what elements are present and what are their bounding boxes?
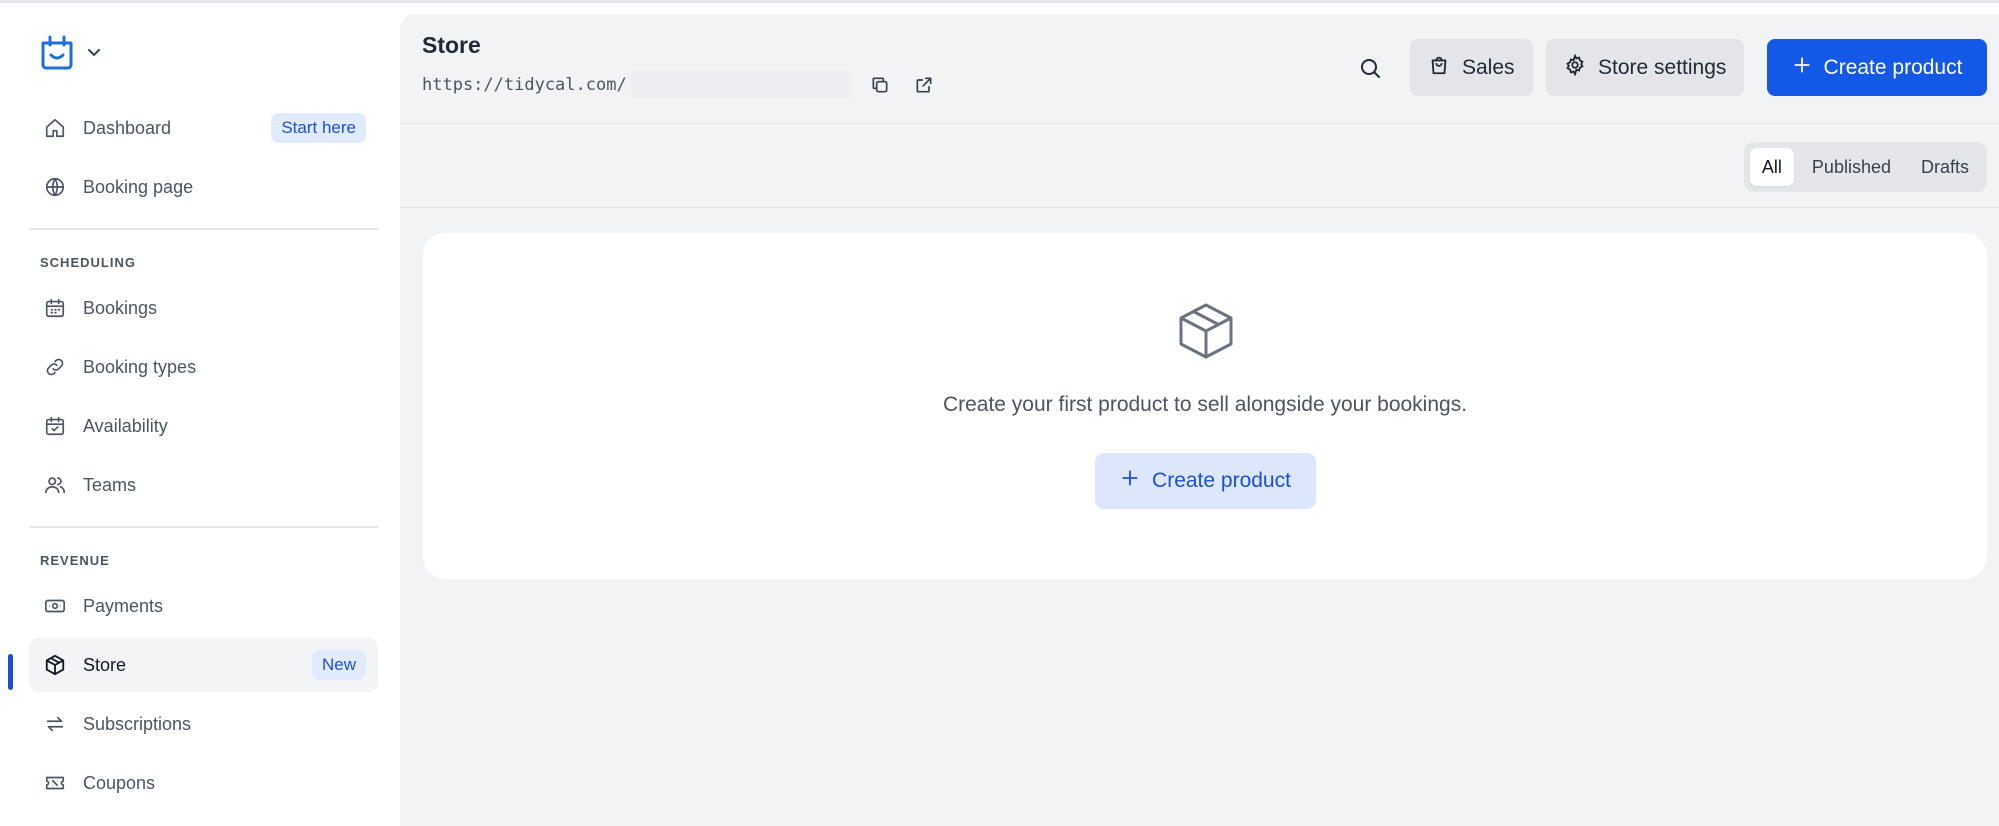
sidebar-item-payments[interactable]: Payments [29,579,378,633]
empty-state-message: Create your first product to sell alongs… [942,393,1468,416]
home-icon [43,116,67,140]
section-label-revenue: REVENUE [40,553,110,568]
empty-state-create-product-button[interactable]: Create product [1095,453,1316,509]
create-product-label: Create product [1823,55,1963,79]
page-header: Store https://tidycal.com/ Sales Store s… [400,14,1999,124]
users-icon [43,473,67,497]
calendar-icon [43,296,67,320]
sidebar-item-store[interactable]: Store New [29,638,378,692]
sidebar-divider [29,526,378,528]
calendar-check-icon [43,414,67,438]
box-icon [1176,301,1236,361]
search-button[interactable] [1353,53,1387,87]
sidebar-item-subscriptions[interactable]: Subscriptions [29,697,378,751]
store-url-row: https://tidycal.com/ [422,70,953,100]
sidebar-item-label: Payments [83,595,164,616]
search-icon [1358,56,1382,85]
sales-button[interactable]: Sales [1410,39,1533,96]
sidebar-item-bookings[interactable]: Bookings [29,281,378,335]
create-product-label: Create product [1152,469,1291,492]
plus-icon [1120,468,1140,494]
sidebar-item-label: Booking page [83,176,194,197]
create-product-button[interactable]: Create product [1767,39,1987,96]
sidebar-item-label: Coupons [83,772,156,793]
cube-icon [43,653,67,677]
status-filter: All Published Drafts [1743,142,1987,192]
sidebar: Dashboard Start here Booking page SCHEDU… [0,3,400,826]
sidebar-divider [29,228,378,230]
sidebar-item-label: Teams [83,474,137,495]
filter-all[interactable]: All [1749,148,1794,186]
sidebar-item-label: Subscriptions [83,713,192,734]
store-url: https://tidycal.com/ [422,75,627,95]
filter-drafts[interactable]: Drafts [1909,148,1981,186]
sidebar-item-teams[interactable]: Teams [29,458,378,512]
plus-icon [1792,55,1812,81]
sidebar-item-label: Dashboard [83,117,172,138]
sidebar-item-label: Booking types [83,356,197,377]
sidebar-item-dashboard[interactable]: Dashboard Start here [29,101,378,155]
start-here-badge: Start here [271,113,366,143]
external-link-icon[interactable] [909,70,939,100]
ticket-icon [43,771,67,795]
new-badge: New [311,650,366,680]
empty-state-card: Create your first product to sell alongs… [423,233,1987,579]
filter-published[interactable]: Published [1800,148,1903,186]
sidebar-item-coupons[interactable]: Coupons [29,756,378,810]
copy-icon[interactable] [865,70,895,100]
sidebar-item-label: Bookings [83,297,158,318]
sidebar-item-booking-page[interactable]: Booking page [29,160,378,214]
active-indicator [8,654,13,690]
sidebar-item-availability[interactable]: Availability [29,399,378,453]
gear-icon [1564,52,1586,82]
repeat-icon [43,712,67,736]
section-label-scheduling: SCHEDULING [40,255,136,270]
sidebar-item-label: Availability [83,415,168,436]
page-title: Store [422,32,481,58]
sidebar-item-booking-types[interactable]: Booking types [29,340,378,394]
calendar-smile-icon [38,33,76,71]
chevron-down-icon [86,44,102,60]
store-settings-label: Store settings [1598,55,1727,79]
sidebar-item-label: Store [83,654,127,675]
sales-label: Sales [1462,55,1515,79]
store-settings-button[interactable]: Store settings [1546,39,1745,96]
globe-icon [43,175,67,199]
workspace-switcher[interactable] [38,33,102,71]
shopping-bag-icon [1428,54,1450,82]
cash-icon [43,594,67,618]
main-content: Store https://tidycal.com/ Sales Store s… [400,14,1999,826]
store-url-slug-redacted [630,71,851,99]
link-icon [43,355,67,379]
